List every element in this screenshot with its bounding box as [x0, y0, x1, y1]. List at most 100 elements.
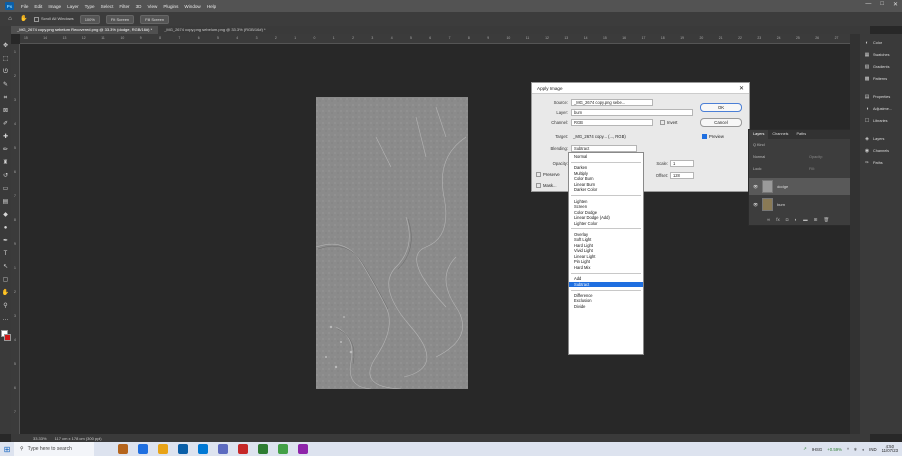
trash-icon[interactable]: 🗑 [823, 217, 829, 223]
blend-option-subtract[interactable]: Subtract [569, 281, 643, 287]
blend-option-difference[interactable]: Difference [574, 293, 593, 298]
edge-icon[interactable] [118, 444, 128, 454]
folder-icon[interactable]: ▬ [803, 217, 808, 223]
panel-layers[interactable]: ◈ Layers [860, 134, 884, 144]
ok-button[interactable]: OK [700, 103, 742, 112]
blend-option-color-burn[interactable]: Color Burn [574, 176, 594, 181]
blend-option-linear-burn[interactable]: Linear Burn [574, 182, 595, 187]
store-icon[interactable] [198, 444, 208, 454]
tab-document-1[interactable]: _MG_2674 copy.png sebelum Recovered.png … [11, 26, 159, 34]
menu-file[interactable]: File [18, 4, 31, 9]
menu-help[interactable]: Help [204, 4, 219, 9]
dodge-icon[interactable]: ● [2, 224, 10, 232]
eraser-icon[interactable]: ▭ [2, 185, 10, 193]
blend-option-multiply[interactable]: Multiply [574, 171, 588, 176]
more-icon[interactable]: … [2, 315, 10, 323]
volume-icon[interactable]: ◖ [862, 447, 865, 452]
eyedropper-icon[interactable]: ✐ [2, 120, 10, 128]
minimize-button[interactable]: — [865, 1, 871, 8]
panel-channels[interactable]: ◉ Channels [860, 146, 889, 156]
color-swatches[interactable] [0, 330, 11, 342]
panel-libraries[interactable]: ☐ Libraries [860, 116, 888, 126]
history-brush-icon[interactable]: ↺ [2, 172, 10, 180]
dialog-close-icon[interactable]: ✕ [739, 85, 744, 92]
link-icon[interactable]: ∞ [767, 217, 770, 223]
zoom-100-button[interactable]: 100% [79, 14, 100, 24]
hand-icon[interactable]: ✋ [2, 289, 10, 297]
lasso-icon[interactable]: ᘎ [2, 68, 10, 76]
healing-icon[interactable]: ✚ [2, 133, 10, 141]
blend-option-hard-light[interactable]: Hard Light [574, 243, 593, 248]
magic-wand-icon[interactable]: ✎ [2, 81, 10, 89]
frame-icon[interactable]: ⊠ [2, 107, 10, 115]
visibility-eye-icon[interactable]: 👁 [753, 202, 758, 207]
new-layer-icon[interactable]: ⊞ [814, 217, 818, 223]
maximize-button[interactable]: □ [880, 1, 884, 8]
blend-option-lighten[interactable]: Lighten [574, 199, 587, 204]
menu-edit[interactable]: Edit [31, 4, 45, 9]
adjustment-icon[interactable]: ◐ [794, 217, 797, 223]
zoom-level[interactable]: 33.33% [33, 436, 47, 441]
app2-icon[interactable] [238, 444, 248, 454]
blur-icon[interactable]: ◆ [2, 211, 10, 219]
blend-option-darker-color[interactable]: Darker Color [574, 187, 597, 192]
network-icon[interactable]: ⌾ [854, 447, 857, 452]
channel-select[interactable]: RGB [571, 119, 653, 126]
blend-option-overlay[interactable]: Overlay [574, 232, 588, 237]
preserve-checkbox[interactable]: Preserve [536, 172, 560, 178]
explorer-icon[interactable] [158, 444, 168, 454]
crop-icon[interactable]: ⌗ [2, 94, 10, 102]
panel-color[interactable]: ◐ Color [860, 38, 882, 48]
fit-screen-button[interactable]: Fit Screen [105, 14, 135, 24]
hand-tool-icon[interactable]: ✋ [20, 15, 28, 23]
source-select[interactable]: _MG_2674 copy.png sebe... [571, 99, 653, 106]
background-color-swatch[interactable] [3, 334, 11, 341]
blend-option-exclusion[interactable]: Exclusion [574, 298, 592, 303]
panel-patterns[interactable]: ▩ Patterns [860, 74, 888, 84]
blending-select[interactable]: Subtract [571, 145, 637, 152]
marquee-icon[interactable]: ⬚ [2, 55, 10, 63]
panel-swatches[interactable]: ▦ Swatches [860, 50, 890, 60]
blend-option-pin-light[interactable]: Pin Light [574, 259, 590, 264]
blend-option-soft-light[interactable]: Soft Light [574, 237, 591, 242]
chrome2-icon[interactable] [278, 444, 288, 454]
tab-paths[interactable]: Paths [792, 130, 810, 139]
ps-icon[interactable] [138, 444, 148, 454]
panel-paths[interactable]: ✑ Paths [860, 158, 883, 168]
language-indicator[interactable]: IND [869, 447, 876, 452]
gradient-icon[interactable]: ▤ [2, 198, 10, 206]
taskbar-search[interactable]: ⚲ Type here to search [14, 442, 94, 456]
fill-screen-button[interactable]: Fill Screen [140, 14, 170, 24]
tab-document-2[interactable]: _MG_2674 copy.png sebelum.png @ 33.3% (R… [158, 26, 271, 34]
layer-row-burn[interactable]: 👁 burn [749, 196, 853, 213]
menu-view[interactable]: View [144, 4, 160, 9]
blend-option-divide[interactable]: Divide [574, 304, 585, 309]
layer-kind-filter[interactable]: Q Kind [753, 143, 765, 147]
brush-icon[interactable]: ✏ [2, 146, 10, 154]
windows-start-icon[interactable]: ⊞ [0, 442, 14, 456]
blend-option-linear-dodge-add[interactable]: Linear Dodge (Add) [574, 215, 610, 220]
stamp-icon[interactable]: ♜ [2, 159, 10, 167]
menu-window[interactable]: Window [181, 4, 203, 9]
blend-option-darken[interactable]: Darken [574, 165, 587, 170]
panel-adjustme[interactable]: ◑ Adjustme... [860, 104, 892, 114]
panel-properties[interactable]: ▤ Properties [860, 92, 891, 102]
pen-icon[interactable]: ✒ [2, 237, 10, 245]
blend-option-lighter-color[interactable]: Lighter Color [574, 221, 597, 226]
menu-3d[interactable]: 3D [133, 4, 145, 9]
menu-plugins[interactable]: Plugins [160, 4, 181, 9]
chrome-icon[interactable] [258, 444, 268, 454]
tab-channels[interactable]: Channels [768, 130, 792, 139]
app3-icon[interactable] [298, 444, 308, 454]
app-icon[interactable] [218, 444, 228, 454]
blend-option-color-dodge[interactable]: Color Dodge [574, 210, 597, 215]
shape-icon[interactable]: ▢ [2, 276, 10, 284]
menu-select[interactable]: Select [98, 4, 117, 9]
zoom-icon[interactable]: ⚲ [2, 302, 10, 310]
layer-select[interactable]: burn [571, 109, 693, 116]
fx-icon[interactable]: fx [776, 217, 780, 223]
invert-checkbox[interactable]: Invert [660, 120, 677, 126]
document-image[interactable] [316, 97, 468, 389]
blend-option-linear-light[interactable]: Linear Light [574, 254, 595, 259]
blend-option-hard-mix[interactable]: Hard Mix [574, 265, 590, 270]
